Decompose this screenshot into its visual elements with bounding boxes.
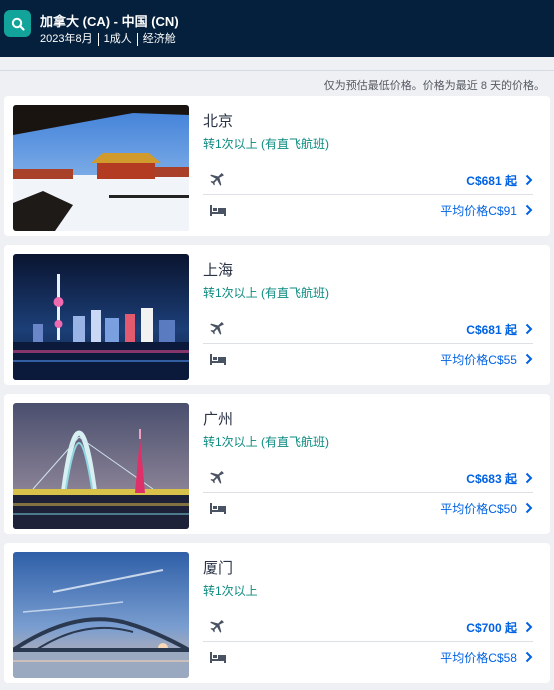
flight-price: C$700 起	[466, 620, 517, 635]
route-title: 加拿大 (CA) - 中国 (CN)	[40, 14, 179, 29]
row-divider	[203, 641, 533, 642]
hotel-price: 平均价格C$55	[440, 352, 517, 367]
stops-info: 转1次以上 (有直飞航班)	[203, 137, 330, 151]
city-name: 上海	[203, 262, 234, 279]
row-divider	[203, 343, 533, 344]
hotel-price-row[interactable]: 平均价格C$55	[203, 345, 533, 373]
city-name: 北京	[203, 113, 234, 130]
trip-details: 2023年8月 1成人 经济舱	[40, 33, 181, 46]
chevron-right-icon	[525, 353, 533, 365]
city-name: 广州	[203, 411, 234, 428]
search-button[interactable]	[4, 10, 31, 37]
destination-photo-shanghai	[13, 254, 189, 380]
row-divider	[203, 194, 533, 195]
flight-price-row[interactable]: C$683 起	[203, 464, 533, 492]
divider	[0, 70, 554, 71]
bed-icon	[209, 200, 229, 220]
chevron-right-icon	[525, 323, 533, 335]
row-divider	[203, 492, 533, 493]
hotel-price-row[interactable]: 平均价格C$58	[203, 643, 533, 671]
plane-icon	[209, 468, 229, 488]
flight-price: C$681 起	[466, 173, 517, 188]
hotel-price: 平均价格C$58	[440, 650, 517, 665]
flight-price-row[interactable]: C$681 起	[203, 166, 533, 194]
flight-price: C$681 起	[466, 322, 517, 337]
stops-info: 转1次以上 (有直飞航班)	[203, 286, 330, 300]
chevron-right-icon	[525, 472, 533, 484]
plane-icon	[209, 617, 229, 637]
bed-icon	[209, 349, 229, 369]
destination-photo-guangzhou	[13, 403, 189, 529]
search-icon	[11, 17, 25, 31]
hotel-price: 平均价格C$50	[440, 501, 517, 516]
traveller-count: 1成人	[97, 33, 137, 46]
plane-icon	[209, 170, 229, 190]
destination-card-xiamen[interactable]: 厦门 转1次以上 C$700 起 平均价格C$58	[4, 543, 550, 683]
price-notice: 仅为预估最低价格。价格为最近 8 天的价格。	[323, 80, 545, 92]
chevron-right-icon	[525, 502, 533, 514]
destination-photo-beijing	[13, 105, 189, 231]
destination-card-shanghai[interactable]: 上海 转1次以上 (有直飞航班) C$681 起 平均价格C$55	[4, 245, 550, 385]
flight-price-row[interactable]: C$681 起	[203, 315, 533, 343]
stops-info: 转1次以上	[203, 584, 258, 598]
chevron-right-icon	[525, 651, 533, 663]
bed-icon	[209, 647, 229, 667]
chevron-right-icon	[525, 204, 533, 216]
cabin-class: 经济舱	[136, 33, 181, 46]
plane-icon	[209, 319, 229, 339]
flight-price: C$683 起	[466, 471, 517, 486]
stops-info: 转1次以上 (有直飞航班)	[203, 435, 330, 449]
hotel-price-row[interactable]: 平均价格C$91	[203, 196, 533, 224]
flight-price-row[interactable]: C$700 起	[203, 613, 533, 641]
travel-date: 2023年8月	[40, 33, 93, 45]
destination-card-beijing[interactable]: 北京 转1次以上 (有直飞航班) C$681 起 平均价格C$91	[4, 96, 550, 236]
search-summary-header[interactable]: 加拿大 (CA) - 中国 (CN) 2023年8月 1成人 经济舱	[0, 0, 554, 57]
destination-photo-xiamen	[13, 552, 189, 678]
bed-icon	[209, 498, 229, 518]
city-name: 厦门	[203, 560, 234, 577]
destination-card-guangzhou[interactable]: 广州 转1次以上 (有直飞航班) C$683 起 平均价格C$50	[4, 394, 550, 534]
chevron-right-icon	[525, 174, 533, 186]
hotel-price-row[interactable]: 平均价格C$50	[203, 494, 533, 522]
chevron-right-icon	[525, 621, 533, 633]
hotel-price: 平均价格C$91	[440, 203, 517, 218]
